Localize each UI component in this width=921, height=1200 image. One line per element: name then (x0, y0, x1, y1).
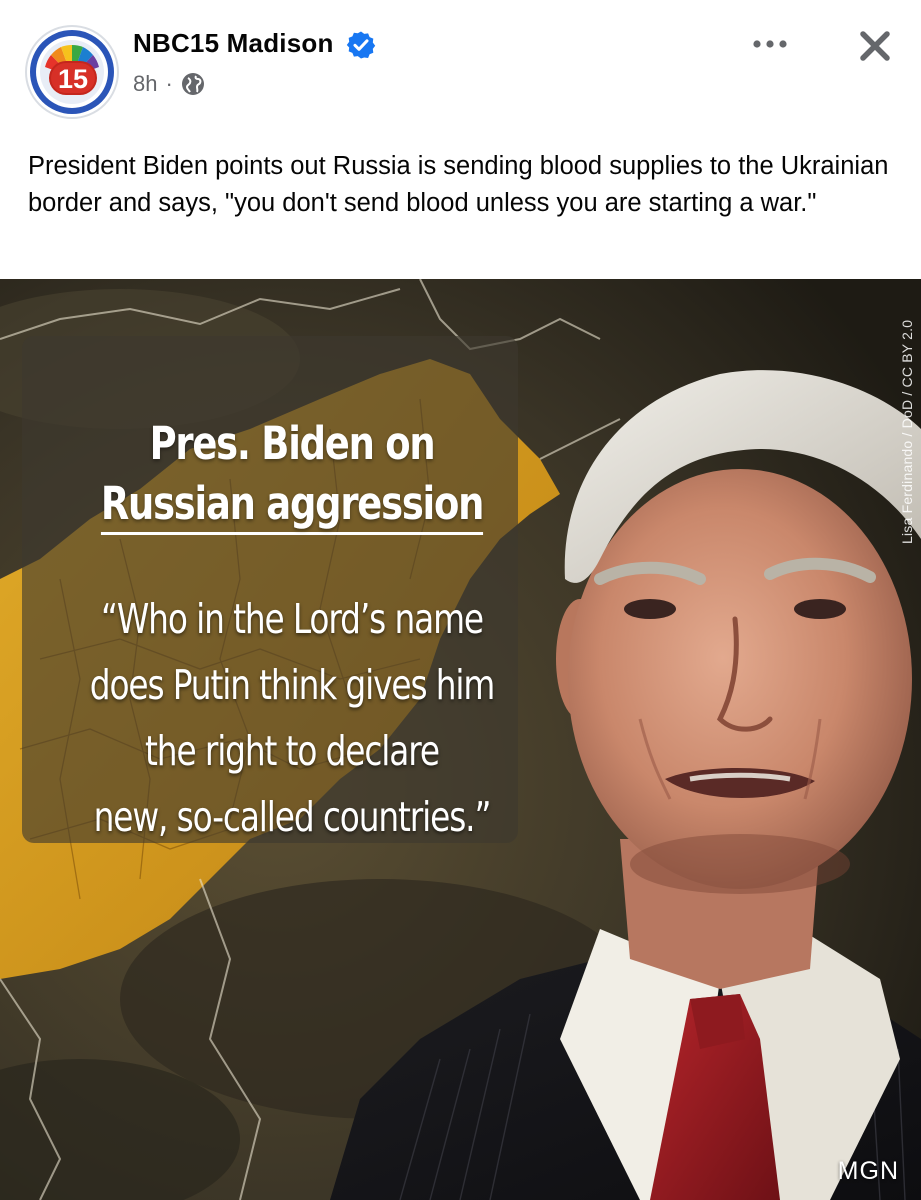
quote-line-1: “Who in the Lord’s name (101, 595, 484, 643)
image-quote: “Who in the Lord’s name does Putin think… (76, 586, 508, 850)
post-caption: President Biden points out Russia is sen… (28, 152, 889, 217)
close-icon[interactable] (853, 24, 897, 68)
photo-credit: Lisa Ferdinando / DoD / CC BY 2.0 (899, 319, 915, 544)
author-name[interactable]: NBC15 Madison (133, 28, 334, 59)
quote-panel: Pres. Biden on Russian aggression “Who i… (22, 336, 518, 843)
nbc15-logo-icon: 15 (30, 30, 114, 114)
mgn-watermark: MGN (837, 1157, 899, 1185)
meta-separator: · (165, 71, 173, 96)
quote-line-4: new, so-called countries.” (93, 793, 492, 841)
more-options-icon[interactable] (748, 28, 792, 58)
post-image[interactable]: Pres. Biden on Russian aggression “Who i… (0, 279, 921, 1200)
quote-line-3: the right to declare (145, 727, 440, 775)
post-header: 15 NBC15 Madison 8h · (0, 0, 921, 140)
page-avatar[interactable]: 15 (25, 25, 119, 119)
quote-line-2: does Putin think gives him (89, 661, 496, 709)
post-time[interactable]: 8h (133, 71, 157, 97)
image-title: Pres. Biden on Russian aggression (71, 414, 514, 535)
image-title-line-2: Russian aggression (100, 478, 484, 535)
image-title-line-1: Pres. Biden on (149, 417, 436, 470)
avatar-badge-text: 15 (58, 64, 88, 94)
post-meta: 8h · (133, 69, 205, 99)
globe-icon (181, 73, 204, 95)
verified-badge-icon (346, 31, 376, 59)
